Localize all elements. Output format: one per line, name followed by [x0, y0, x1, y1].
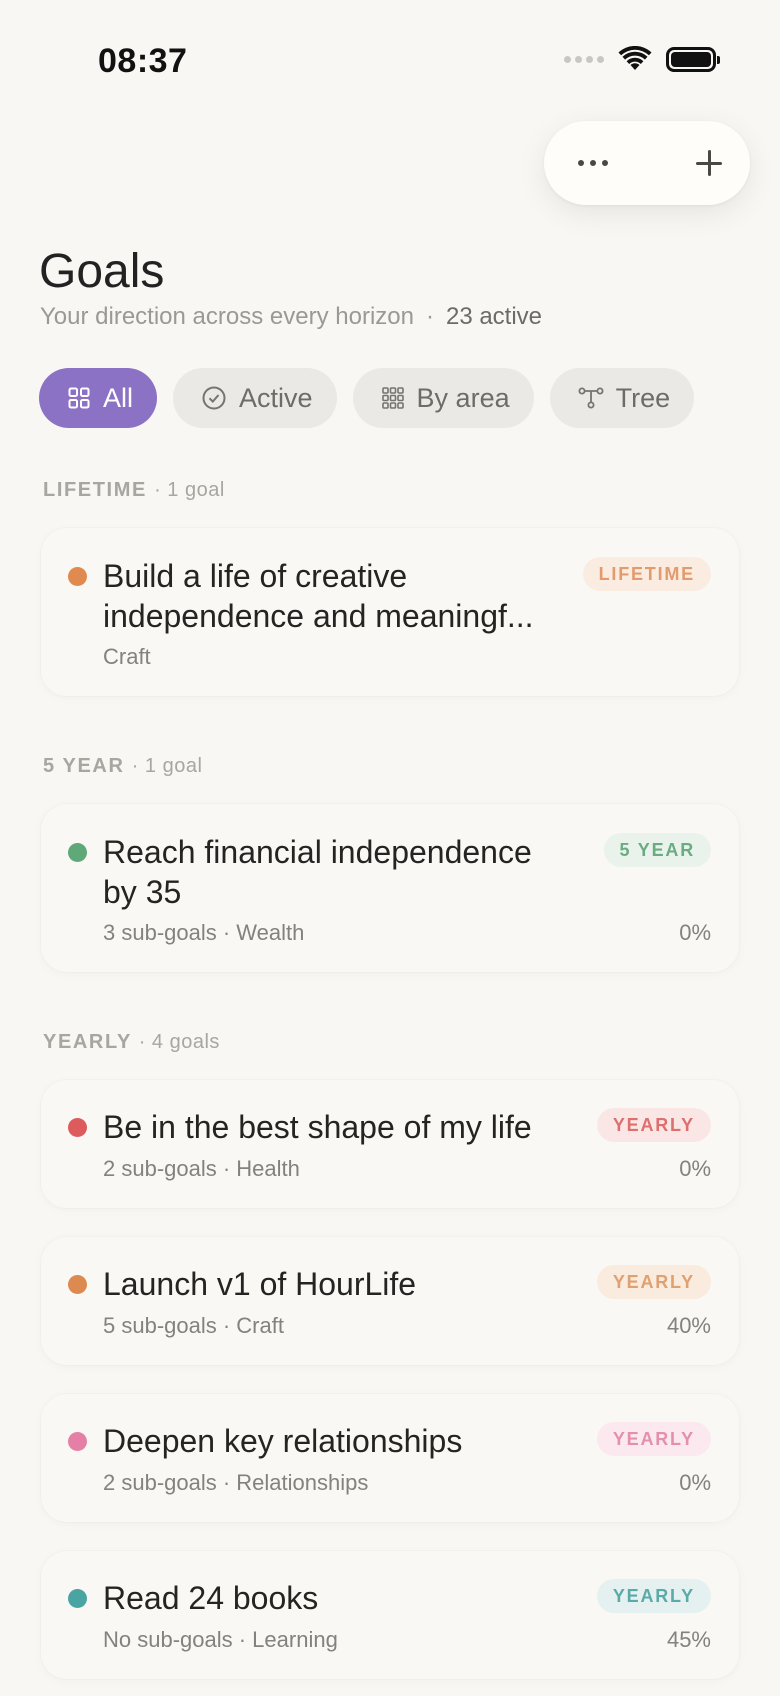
- wifi-icon: [618, 46, 652, 70]
- goal-meta: Craft: [103, 644, 151, 669]
- check-circle-icon: [202, 386, 226, 410]
- section-count: · 4 goals: [138, 1031, 220, 1053]
- filter-chip-label: By area: [416, 382, 510, 413]
- status-icons: [564, 46, 720, 72]
- page-subtitle: Your direction across every horizon · 23 a…: [40, 303, 542, 331]
- grid-icon: [68, 387, 90, 409]
- horizon-badge: YEARLY: [596, 1108, 711, 1142]
- goal-progress: 45%: [666, 1627, 711, 1652]
- goal-card[interactable]: Read 24 books No sub-goals · Learning YE…: [41, 1551, 739, 1679]
- goal-color-dot: [68, 1589, 87, 1608]
- filter-chip-all[interactable]: All: [39, 368, 158, 428]
- dots-grid-icon: [381, 387, 404, 409]
- goal-color-dot: [68, 567, 87, 586]
- goal-meta: 5 sub-goals · Craft: [103, 1313, 284, 1338]
- section-header-yearly: YEARLY · 4 goals: [43, 1031, 220, 1054]
- horizon-badge: YEARLY: [596, 1579, 711, 1613]
- filter-chip-by-area[interactable]: By area: [352, 368, 534, 428]
- horizon-badge: YEARLY: [596, 1422, 711, 1456]
- goal-meta: 2 sub-goals · Relationships: [103, 1470, 369, 1495]
- section-count: · 1 goal: [131, 755, 203, 777]
- section-header-lifetime: LIFETIME · 1 goal: [43, 479, 225, 502]
- add-goal-icon[interactable]: [694, 148, 724, 178]
- action-pill: [544, 121, 750, 205]
- goal-title: Be in the best shape of my life: [103, 1109, 532, 1145]
- goal-progress: 0%: [679, 920, 711, 945]
- goal-card[interactable]: Be in the best shape of my life 2 sub-go…: [41, 1080, 739, 1208]
- section-header-5-year: 5 YEAR · 1 goal: [43, 755, 202, 778]
- section-title: 5 YEAR: [43, 755, 125, 777]
- horizon-badge: 5 YEAR: [603, 833, 711, 867]
- goal-card[interactable]: Reach financial independence by 35 3 sub…: [41, 804, 739, 972]
- horizon-badge: YEARLY: [596, 1265, 711, 1299]
- active-count: 23 active: [445, 303, 543, 330]
- goal-title: Deepen key relationships: [103, 1423, 463, 1459]
- section-count: · 1 goal: [154, 479, 225, 501]
- goal-meta: 3 sub-goals · Wealth: [103, 920, 305, 945]
- filter-chip-label: Tree: [615, 382, 671, 413]
- section-title: LIFETIME: [43, 479, 147, 501]
- section-title: YEARLY: [43, 1031, 132, 1053]
- subtitle-separator: ·: [425, 303, 434, 330]
- filter-chip-label: Active: [239, 382, 313, 413]
- horizon-badge: LIFETIME: [582, 557, 711, 591]
- page-title: Goals: [39, 245, 165, 298]
- more-options-icon[interactable]: [578, 160, 608, 166]
- goal-color-dot: [68, 1275, 87, 1294]
- filter-chips: All Active By area Tree: [39, 368, 695, 428]
- goal-meta: 2 sub-goals · Health: [103, 1156, 300, 1181]
- goal-title: Launch v1 of HourLife: [103, 1266, 417, 1302]
- battery-icon: [666, 46, 720, 72]
- goal-progress: 40%: [666, 1313, 711, 1338]
- cellular-signal-icon: [564, 55, 604, 63]
- filter-chip-active[interactable]: Active: [173, 368, 337, 428]
- goal-card[interactable]: Launch v1 of HourLife 5 sub-goals · Craf…: [41, 1237, 739, 1365]
- subtitle-text: Your direction across every horizon: [40, 303, 414, 330]
- goal-progress: 0%: [679, 1156, 711, 1181]
- goal-color-dot: [68, 1432, 87, 1451]
- goals-screen: 08:37 Goals Your direction across every …: [0, 0, 780, 1696]
- goal-color-dot: [68, 843, 87, 862]
- goal-progress: 0%: [679, 1470, 711, 1495]
- goal-card[interactable]: Build a life of creative independence an…: [41, 528, 739, 696]
- goal-color-dot: [68, 1118, 87, 1137]
- goal-card[interactable]: Deepen key relationships 2 sub-goals · R…: [41, 1394, 739, 1522]
- goal-meta: No sub-goals · Learning: [103, 1627, 338, 1652]
- goal-title: Reach financial independence by 35: [103, 834, 532, 910]
- status-time: 08:37: [98, 42, 188, 80]
- filter-chip-tree[interactable]: Tree: [549, 368, 695, 428]
- goal-title: Read 24 books: [103, 1580, 319, 1616]
- tree-icon: [578, 387, 604, 409]
- filter-chip-label: All: [103, 382, 134, 413]
- goal-title: Build a life of creative independence an…: [103, 558, 534, 634]
